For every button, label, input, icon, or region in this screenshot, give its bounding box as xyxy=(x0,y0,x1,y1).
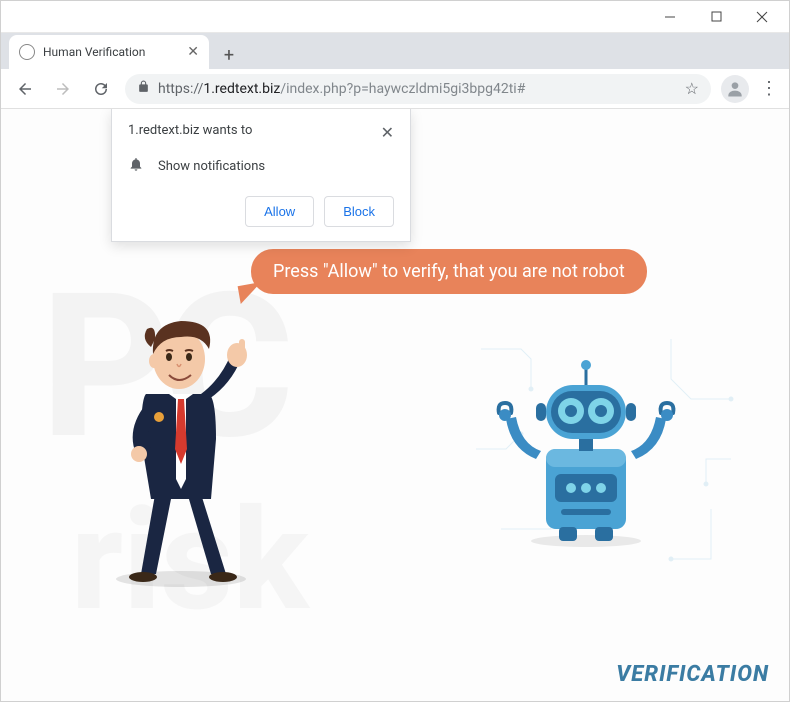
close-window-button[interactable] xyxy=(739,2,785,32)
window-titlebar xyxy=(1,1,789,33)
url-path: /index.php?p=haywczldmi5gi3bpg42ti# xyxy=(280,81,525,97)
tab-strip: Human Verification ✕ + xyxy=(1,33,789,69)
robot-illustration xyxy=(491,349,681,549)
kebab-menu-icon[interactable]: ⋮ xyxy=(759,78,779,99)
browser-tab[interactable]: Human Verification ✕ xyxy=(9,35,209,69)
page-content: PC risk 1.redtext.biz wants to ✕ Show xyxy=(1,109,789,701)
notification-permission-prompt: 1.redtext.biz wants to ✕ Show notificati… xyxy=(111,109,411,242)
bell-icon xyxy=(128,156,144,176)
new-tab-button[interactable]: + xyxy=(215,41,243,69)
lock-icon xyxy=(137,80,150,97)
forward-button[interactable] xyxy=(49,75,77,103)
tab-title: Human Verification xyxy=(43,45,179,59)
permission-origin-text: 1.redtext.biz wants to xyxy=(128,123,252,138)
url-text: https://1.redtext.biz/index.php?p=haywcz… xyxy=(158,81,525,97)
man-illustration xyxy=(81,299,281,589)
allow-button[interactable]: Allow xyxy=(245,196,314,227)
close-tab-icon[interactable]: ✕ xyxy=(187,44,199,60)
speech-bubble: Press "Allow" to verify, that you are no… xyxy=(251,249,647,294)
browser-toolbar: https://1.redtext.biz/index.php?p=haywcz… xyxy=(1,69,789,109)
address-bar[interactable]: https://1.redtext.biz/index.php?p=haywcz… xyxy=(125,74,711,104)
verification-footer-label: VERIFICATION xyxy=(616,662,769,687)
url-protocol: https:// xyxy=(158,81,203,97)
block-button[interactable]: Block xyxy=(324,196,394,227)
browser-window: Human Verification ✕ + https://1.redtext… xyxy=(0,0,790,702)
back-button[interactable] xyxy=(11,75,39,103)
close-prompt-icon[interactable]: ✕ xyxy=(381,123,394,142)
minimize-button[interactable] xyxy=(647,2,693,32)
bubble-text: Press "Allow" to verify, that you are no… xyxy=(273,261,625,282)
maximize-button[interactable] xyxy=(693,2,739,32)
url-host: 1.redtext.biz xyxy=(203,81,280,97)
profile-button[interactable] xyxy=(721,75,749,103)
favicon-icon xyxy=(19,44,35,60)
bookmark-star-icon[interactable]: ☆ xyxy=(685,79,699,98)
reload-button[interactable] xyxy=(87,75,115,103)
permission-capability-text: Show notifications xyxy=(158,159,265,174)
